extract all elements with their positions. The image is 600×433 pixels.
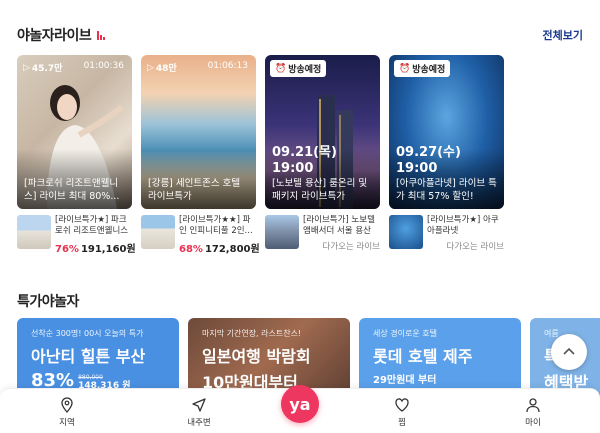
upcoming-live-label: 다가오는 라이브 bbox=[446, 242, 504, 252]
discount-rate: 76% bbox=[55, 244, 79, 255]
live-card[interactable]: ▷ 48만 01:06:13 [강릉] 세인트존스 호텔 라이브특가 [라이브특가… bbox=[141, 55, 260, 255]
live-section-header: 야놀자라이브 전체보기 bbox=[17, 25, 583, 45]
upcoming-live-label: 다가오는 라이브 bbox=[322, 242, 380, 252]
product-name: [라이브특가★] 아쿠아플라넷 bbox=[427, 215, 499, 236]
map-pin-icon bbox=[61, 397, 73, 413]
product-thumbnail bbox=[141, 215, 175, 249]
deal-card[interactable]: 마지막 기간연장, 라스트찬스! 일본여행 박람회 10만원대부터 bbox=[188, 318, 350, 398]
deal-subtitle: 세상 경이로운 호텔 bbox=[373, 329, 437, 338]
scroll-top-button[interactable] bbox=[551, 334, 587, 370]
tab-region[interactable]: 지역 bbox=[37, 397, 97, 428]
live-card[interactable]: ▷ 45.7만 01:00:36 [파크로쉬 리조트앤웰니스] 라이브 최대 80… bbox=[17, 55, 136, 255]
live-thumbnail[interactable]: ⏰ 방송예정 09.27(수) 19:00 [아쿠아플라넷] 라이브 특가 최대 5… bbox=[389, 55, 504, 209]
broadcast-datetime: 09.27(수) 19:00 bbox=[396, 145, 461, 177]
broadcast-time: 19:00 bbox=[272, 161, 314, 176]
product-price: 68% 172,800원 bbox=[179, 240, 260, 255]
tab-wishlist-label: 찜 bbox=[398, 418, 406, 428]
tab-nearby-label: 내주변 bbox=[187, 418, 211, 428]
heart-icon bbox=[395, 398, 409, 412]
deal-price: 29만원대 부터 bbox=[373, 375, 437, 386]
video-duration: 01:00:36 bbox=[83, 61, 124, 71]
alarm-clock-icon: ⏰ bbox=[275, 63, 287, 74]
scheduled-badge: ⏰ 방송예정 bbox=[270, 60, 327, 77]
navigation-arrow-icon bbox=[192, 398, 206, 412]
live-card-list: ▷ 45.7만 01:00:36 [파크로쉬 리조트앤웰니스] 라이브 최대 80… bbox=[17, 55, 504, 255]
live-section-title: 야놀자라이브 bbox=[17, 25, 106, 45]
discount-rate: 68% bbox=[179, 244, 203, 255]
scheduled-badge: ⏰ 방송예정 bbox=[394, 60, 451, 77]
live-bars-icon bbox=[97, 30, 106, 40]
live-product[interactable]: [라이브특가★★] 파인 인피니티풀 2인... 68% 172,800원 bbox=[141, 215, 260, 255]
alarm-clock-icon: ⏰ bbox=[399, 63, 411, 74]
broadcast-datetime: 09.21(목) 19:00 bbox=[272, 145, 337, 177]
product-name: [라이브특가★] 파크로쉬 리조트앤웰니스 bbox=[55, 215, 129, 236]
scheduled-badge-text: 방송예정 bbox=[288, 65, 322, 75]
live-caption: [노보텔 용산] 룸온리 및 패키지 라이브특가 bbox=[272, 178, 368, 202]
deal-title: 아난티 힐튼 부산 bbox=[31, 347, 146, 366]
live-caption: [아쿠아플라넷] 라이브 특가 최대 57% 할인! bbox=[396, 178, 497, 202]
scheduled-badge-text: 방송예정 bbox=[412, 65, 446, 75]
chevron-up-icon bbox=[563, 347, 575, 355]
price-value: 172,800원 bbox=[204, 244, 260, 255]
live-caption: [강릉] 세인트존스 호텔 라이브특가 bbox=[148, 178, 241, 202]
live-product[interactable]: [라이브특가★] 아쿠아플라넷 다가오는 라이브 bbox=[389, 215, 504, 252]
view-count-text: 45.7만 bbox=[31, 64, 63, 74]
deal-title: 일본여행 박람회 bbox=[202, 347, 311, 366]
live-thumbnail[interactable]: ⏰ 방송예정 09.21(목) 19:00 [노보텔 용산] 룸온리 및 패키지 라… bbox=[265, 55, 380, 209]
ya-logo-text: ya bbox=[289, 394, 311, 414]
person-icon bbox=[526, 398, 540, 413]
product-thumbnail bbox=[389, 215, 423, 249]
deal-original-price: 880,000 bbox=[78, 374, 103, 381]
tab-my[interactable]: 마이 bbox=[503, 397, 563, 428]
deal-subtitle: 마지막 기간연장, 라스트찬스! bbox=[202, 329, 302, 338]
product-name: [라이브특가] 노보텔 앰배서더 서울 용산 bbox=[303, 215, 375, 236]
live-product[interactable]: [라이브특가] 노보텔 앰배서더 서울 용산 다가오는 라이브 bbox=[265, 215, 380, 252]
play-icon: ▷ bbox=[23, 62, 30, 73]
live-title-text: 야놀자라이브 bbox=[17, 28, 92, 44]
tab-region-label: 지역 bbox=[59, 418, 75, 428]
live-card[interactable]: ⏰ 방송예정 09.21(목) 19:00 [노보텔 용산] 룸온리 및 패키지 라… bbox=[265, 55, 380, 255]
tab-wishlist[interactable]: 찜 bbox=[372, 397, 432, 428]
broadcast-date: 09.27(수) bbox=[396, 145, 461, 160]
product-price: 76% 191,160원 bbox=[55, 240, 136, 255]
deal-title: 롯데 호텔 제주 bbox=[373, 347, 473, 366]
deals-section-header: 특가야놀자 bbox=[17, 291, 583, 311]
live-product[interactable]: [라이브특가★] 파크로쉬 리조트앤웰니스 76% 191,160원 bbox=[17, 215, 136, 255]
price-value: 191,160원 bbox=[80, 244, 136, 255]
video-duration: 01:06:13 bbox=[207, 61, 248, 71]
deal-subtitle: 선착순 300명! 00시 오늘의 특가 bbox=[31, 329, 144, 338]
view-count: ▷ 48만 bbox=[147, 61, 177, 75]
live-caption: [파크로쉬 리조트앤웰니스] 라이브 최대 80%... bbox=[24, 178, 120, 202]
deals-section-title: 특가야놀자 bbox=[17, 294, 79, 310]
home-ya-button[interactable]: ya bbox=[281, 385, 319, 423]
live-thumbnail[interactable]: ▷ 45.7만 01:00:36 [파크로쉬 리조트앤웰니스] 라이브 최대 80… bbox=[17, 55, 132, 209]
view-count-text: 48만 bbox=[155, 64, 177, 74]
see-all-link[interactable]: 전체보기 bbox=[543, 27, 583, 43]
deal-card[interactable]: 세상 경이로운 호텔 롯데 호텔 제주 29만원대 부터 bbox=[359, 318, 521, 398]
tab-nearby[interactable]: 내주변 bbox=[169, 397, 229, 428]
product-thumbnail bbox=[265, 215, 299, 249]
deal-card-list: 선착순 300명! 00시 오늘의 특가 아난티 힐튼 부산 83% 880,0… bbox=[17, 318, 600, 398]
broadcast-date: 09.21(목) bbox=[272, 145, 337, 160]
live-thumbnail[interactable]: ▷ 48만 01:06:13 [강릉] 세인트존스 호텔 라이브특가 bbox=[141, 55, 256, 209]
live-card[interactable]: ⏰ 방송예정 09.27(수) 19:00 [아쿠아플라넷] 라이브 특가 최대 5… bbox=[389, 55, 504, 255]
view-count: ▷ 45.7만 bbox=[23, 61, 63, 75]
broadcast-time: 19:00 bbox=[396, 161, 438, 176]
product-thumbnail bbox=[17, 215, 51, 249]
deal-card[interactable]: 선착순 300명! 00시 오늘의 특가 아난티 힐튼 부산 83% 880,0… bbox=[17, 318, 179, 398]
play-icon: ▷ bbox=[147, 62, 154, 73]
tab-my-label: 마이 bbox=[525, 418, 541, 428]
product-name: [라이브특가★★] 파인 인피니티풀 2인... bbox=[179, 215, 253, 236]
